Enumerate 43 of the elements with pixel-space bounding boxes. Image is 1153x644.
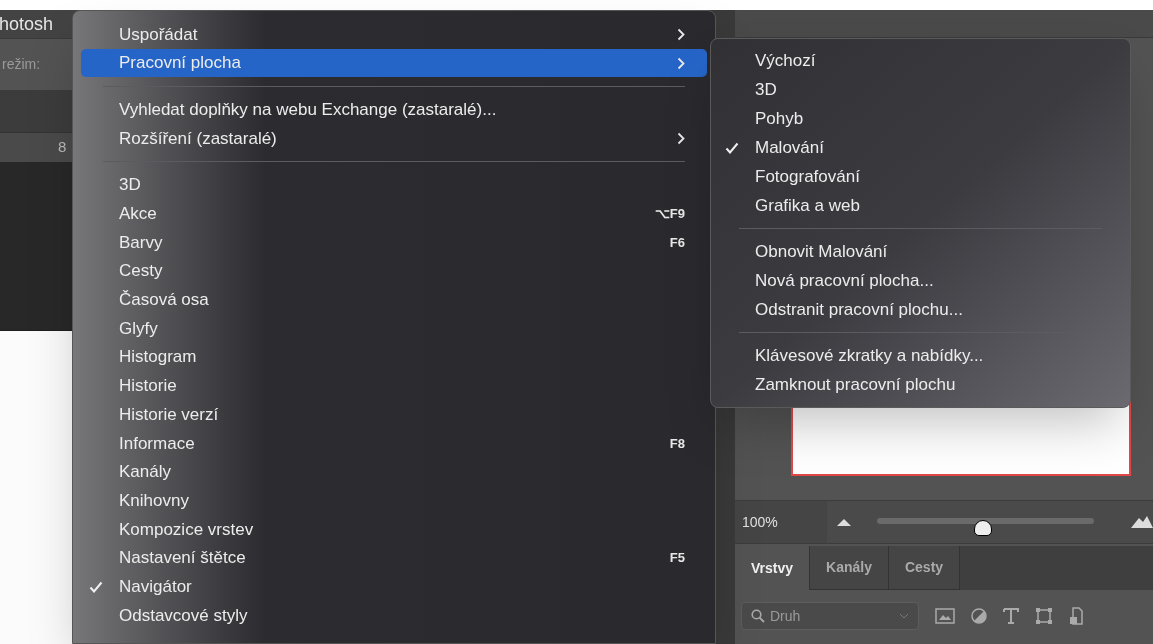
layer-filter-field[interactable]: Druh xyxy=(741,602,919,630)
menu-item[interactable]: Kanály xyxy=(81,457,707,487)
shortcut-label: F8 xyxy=(669,434,685,453)
menu-item[interactable]: 3D xyxy=(717,75,1124,104)
menu-item[interactable]: Fotografování xyxy=(717,162,1124,191)
menu-item[interactable]: Zamknout pracovní plochu xyxy=(717,370,1124,399)
menu-item[interactable]: Obnovit Malování xyxy=(717,237,1124,266)
menu-item[interactable]: Časová osa xyxy=(81,285,707,315)
menu-item[interactable]: Kompozice vrstev xyxy=(81,515,707,544)
shortcut-label: F6 xyxy=(669,233,685,252)
menu-item[interactable]: Historie verzí xyxy=(81,400,707,429)
mode-label: režim: xyxy=(2,55,41,74)
panel-tab[interactable]: Kanály xyxy=(810,546,889,590)
menu-item[interactable]: Odstavcové styly xyxy=(81,601,707,630)
menu-item[interactable]: Knihovny xyxy=(81,486,707,515)
menu-item[interactable]: Glyfy xyxy=(81,314,707,343)
menu-item[interactable]: Historie xyxy=(81,371,707,401)
menu-item[interactable]: Malování xyxy=(717,133,1124,162)
menu-item[interactable]: Uspořádat xyxy=(81,20,707,49)
app-title: hotosh xyxy=(0,12,54,36)
menu-item[interactable]: Pohyb xyxy=(717,104,1124,133)
shortcut-label: F5 xyxy=(669,549,685,568)
panel-tab[interactable]: Vrstvy xyxy=(735,546,811,590)
shortcut-label: ⌥F9 xyxy=(654,205,685,224)
menu-item[interactable]: Grafika a web xyxy=(717,191,1124,220)
menu-item[interactable]: Odstranit pracovní plochu... xyxy=(717,295,1124,324)
menu-item[interactable]: Nová pracovní plocha... xyxy=(717,266,1124,295)
menu-item[interactable]: 3D xyxy=(81,170,707,200)
menu-item[interactable]: Výchozí xyxy=(717,46,1124,75)
menu-item[interactable]: Vyhledat doplňky na webu Exchange (zastaralé)... xyxy=(81,95,707,125)
menu-item[interactable]: Informace F8 xyxy=(81,428,707,458)
menu-item[interactable]: Navigátor xyxy=(81,572,707,602)
menu-item[interactable]: Barvy F6 xyxy=(81,228,707,257)
zoom-value[interactable]: 100% xyxy=(735,501,827,543)
menu-item[interactable]: Nastavení štětce F5 xyxy=(81,543,707,573)
menu-item[interactable]: Cesty xyxy=(81,256,707,286)
menu-item[interactable]: Akce ⌥F9 xyxy=(81,199,707,229)
ruler-number: 8 xyxy=(58,137,67,158)
menu-item[interactable]: Histogram xyxy=(81,342,707,372)
panel-tab[interactable]: Cesty xyxy=(888,546,961,590)
menu-item[interactable]: Rozšíření (zastaralé) xyxy=(81,124,707,153)
menu-item[interactable]: Klávesové zkratky a nabídky... xyxy=(717,341,1124,370)
menu-item[interactable]: Pracovní plocha xyxy=(81,48,707,78)
